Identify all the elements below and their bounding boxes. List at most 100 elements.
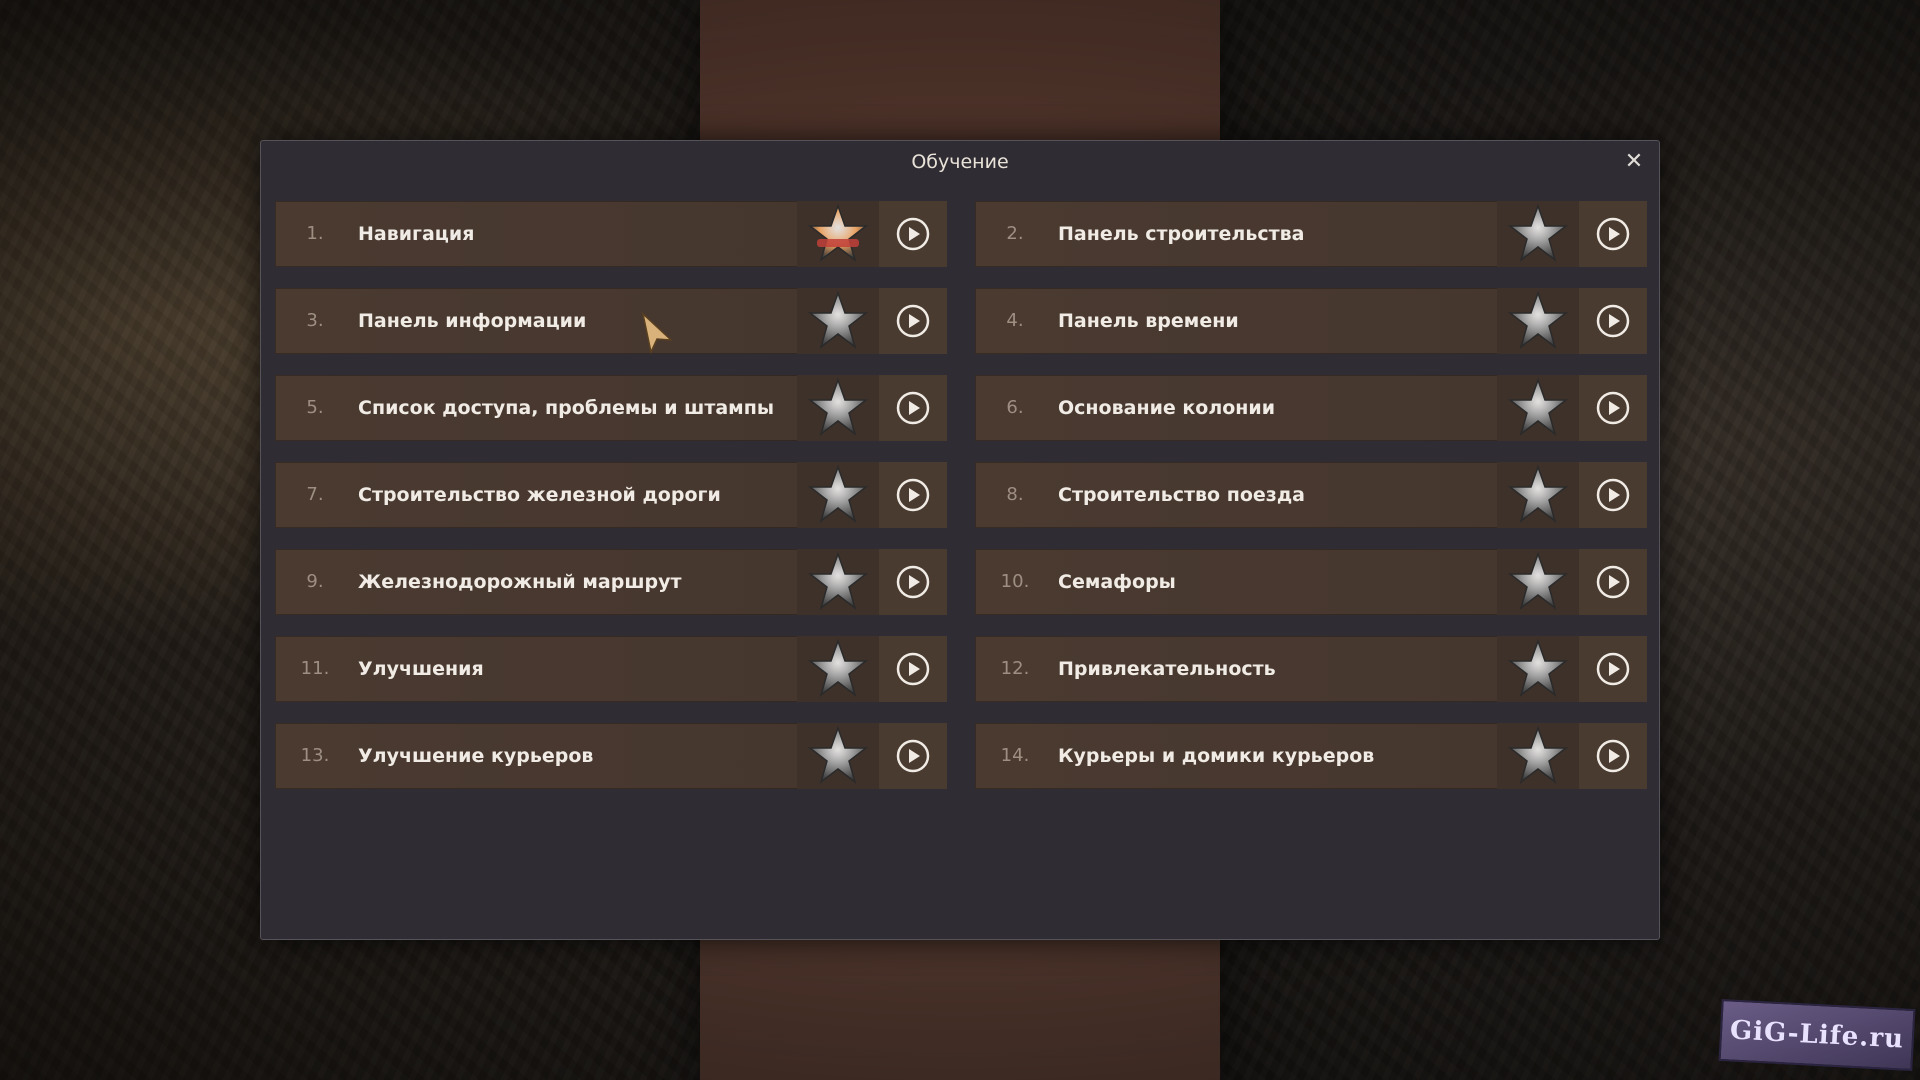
tutorial-row[interactable]: 14. Курьеры и домики курьеров — [975, 723, 1647, 789]
tutorial-row[interactable]: 1. Навигация — [275, 201, 947, 267]
star-icon — [1507, 203, 1569, 262]
tutorial-label: Улучшение курьеров — [358, 745, 594, 767]
play-icon — [1596, 652, 1630, 686]
star-badge — [797, 201, 879, 267]
play-button[interactable] — [1579, 375, 1647, 441]
tutorial-row[interactable]: 2. Панель строительства — [975, 201, 1647, 267]
star-badge — [797, 549, 879, 615]
star-badge — [797, 462, 879, 528]
star-icon — [1507, 290, 1569, 349]
tutorial-label: Семафоры — [1058, 571, 1176, 593]
play-button[interactable] — [879, 375, 947, 441]
play-icon — [896, 478, 930, 512]
tutorial-number: 1. — [306, 223, 324, 244]
play-button[interactable] — [879, 636, 947, 702]
tutorial-dialog: Обучение ✕ 1. Навигация 2. Панель строитель… — [260, 140, 1660, 940]
play-icon — [896, 565, 930, 599]
tutorial-label: Привлекательность — [1058, 658, 1276, 680]
star-icon — [807, 290, 869, 349]
star-icon — [807, 203, 869, 262]
star-badge — [797, 288, 879, 354]
star-icon — [1507, 725, 1569, 784]
star-badge — [797, 636, 879, 702]
star-badge — [1497, 201, 1579, 267]
star-badge — [1497, 462, 1579, 528]
tutorial-number: 12. — [1000, 658, 1030, 679]
play-button[interactable] — [879, 201, 947, 267]
tutorial-number: 6. — [1006, 397, 1024, 418]
dialog-title: Обучение — [911, 151, 1009, 173]
tutorial-number: 7. — [306, 484, 324, 505]
star-badge — [797, 723, 879, 789]
tutorial-number: 2. — [1006, 223, 1024, 244]
cursor-icon — [641, 312, 674, 355]
play-icon — [896, 391, 930, 425]
play-button[interactable] — [1579, 723, 1647, 789]
play-button[interactable] — [1579, 462, 1647, 528]
star-icon — [807, 638, 869, 697]
tutorial-number: 10. — [1000, 571, 1030, 592]
tutorial-number: 5. — [306, 397, 324, 418]
tutorial-row[interactable]: 5. Список доступа, проблемы и штампы — [275, 375, 947, 441]
play-button[interactable] — [1579, 288, 1647, 354]
tutorial-row[interactable]: 7. Строительство железной дороги — [275, 462, 947, 528]
star-badge — [1497, 288, 1579, 354]
play-button[interactable] — [879, 549, 947, 615]
tutorial-row[interactable]: 3. Панель информации — [275, 288, 947, 354]
tutorial-label: Курьеры и домики курьеров — [1058, 745, 1375, 767]
tutorial-label: Улучшения — [358, 658, 484, 680]
tutorial-label: Панель времени — [1058, 310, 1239, 332]
star-icon — [807, 551, 869, 610]
tutorial-number: 3. — [306, 310, 324, 331]
tutorial-row[interactable]: 11. Улучшения — [275, 636, 947, 702]
tutorial-label: Панель информации — [358, 310, 587, 332]
play-icon — [896, 652, 930, 686]
tutorial-row[interactable]: 12. Привлекательность — [975, 636, 1647, 702]
play-icon — [1596, 478, 1630, 512]
play-button[interactable] — [1579, 636, 1647, 702]
tutorial-number: 14. — [1000, 745, 1030, 766]
play-icon — [1596, 217, 1630, 251]
star-icon — [1507, 464, 1569, 523]
play-icon — [1596, 391, 1630, 425]
tutorial-row[interactable]: 6. Основание колонии — [975, 375, 1647, 441]
star-icon — [1507, 377, 1569, 436]
tutorial-label: Строительство железной дороги — [358, 484, 721, 506]
play-icon — [1596, 739, 1630, 773]
close-icon[interactable]: ✕ — [1621, 149, 1647, 175]
tutorial-label: Основание колонии — [1058, 397, 1276, 419]
star-icon — [1507, 638, 1569, 697]
star-icon — [807, 464, 869, 523]
tutorial-number: 9. — [306, 571, 324, 592]
play-icon — [1596, 565, 1630, 599]
star-icon — [807, 377, 869, 436]
star-badge — [1497, 636, 1579, 702]
tutorial-label: Железнодорожный маршрут — [358, 571, 682, 593]
play-icon — [896, 739, 930, 773]
tutorial-number: 13. — [300, 745, 330, 766]
tutorial-label: Навигация — [358, 223, 475, 245]
star-icon — [807, 725, 869, 784]
tutorial-row[interactable]: 8. Строительство поезда — [975, 462, 1647, 528]
tutorial-row[interactable]: 10. Семафоры — [975, 549, 1647, 615]
star-badge — [1497, 375, 1579, 441]
play-icon — [896, 217, 930, 251]
play-button[interactable] — [879, 723, 947, 789]
tutorial-number: 11. — [300, 658, 330, 679]
tutorial-label: Список доступа, проблемы и штампы — [358, 397, 775, 419]
play-button[interactable] — [879, 462, 947, 528]
tutorial-label: Строительство поезда — [1058, 484, 1305, 506]
tutorial-row[interactable]: 13. Улучшение курьеров — [275, 723, 947, 789]
tutorial-row[interactable]: 9. Железнодорожный маршрут — [275, 549, 947, 615]
tutorial-row[interactable]: 4. Панель времени — [975, 288, 1647, 354]
play-button[interactable] — [1579, 201, 1647, 267]
play-button[interactable] — [879, 288, 947, 354]
star-badge — [1497, 723, 1579, 789]
tutorial-label: Панель строительства — [1058, 223, 1305, 245]
play-icon — [896, 304, 930, 338]
star-badge — [1497, 549, 1579, 615]
play-icon — [1596, 304, 1630, 338]
tutorial-number: 8. — [1006, 484, 1024, 505]
play-button[interactable] — [1579, 549, 1647, 615]
watermark-logo: GiG-Life.ru — [1718, 998, 1916, 1072]
